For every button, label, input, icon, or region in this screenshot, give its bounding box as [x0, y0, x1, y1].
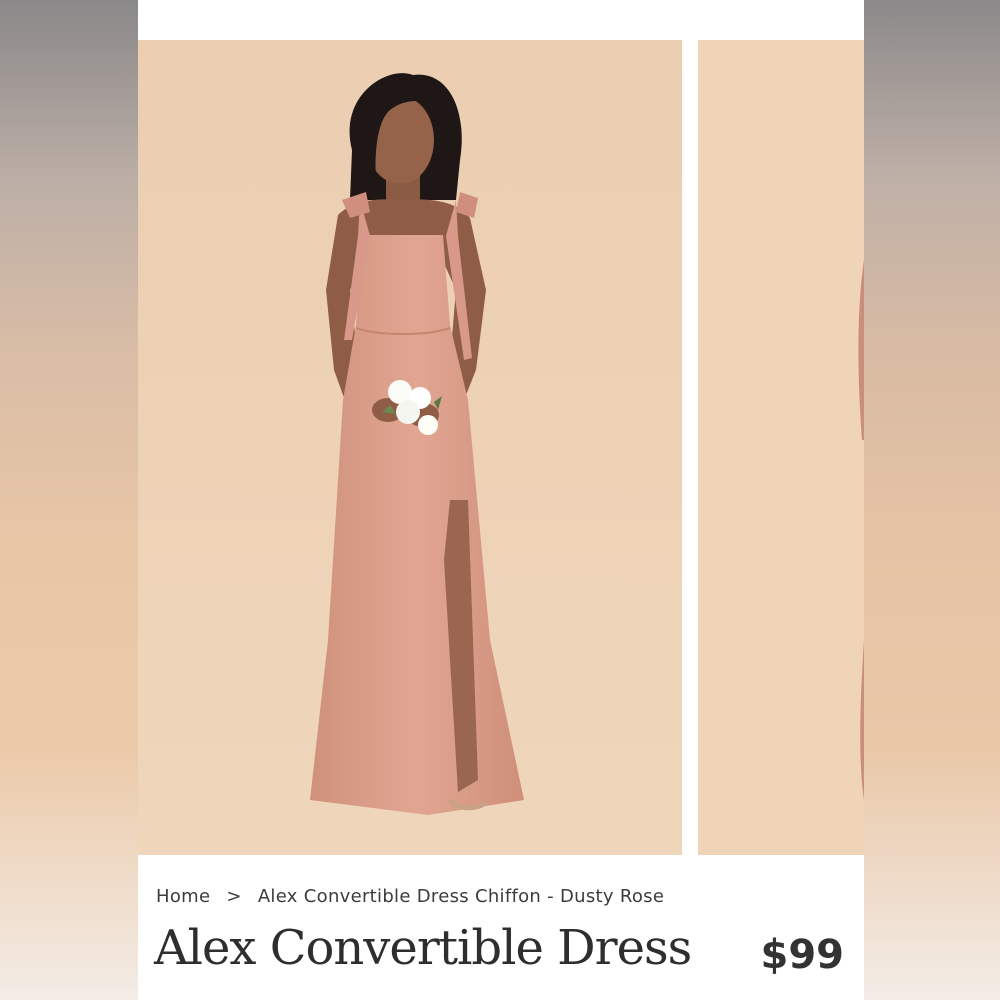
breadcrumb-home-link[interactable]: Home	[156, 886, 210, 907]
breadcrumb-separator: >	[226, 886, 242, 907]
next-image-illustration	[698, 40, 864, 855]
breadcrumb-current: Alex Convertible Dress Chiffon - Dusty R…	[257, 886, 665, 907]
product-page: Home > Alex Convertible Dress Chiffon - …	[138, 0, 864, 1000]
product-price: $99	[760, 932, 845, 978]
product-next-image[interactable]	[698, 40, 864, 855]
blurred-background-left	[0, 0, 138, 1000]
product-title: Alex Convertible Dress	[154, 920, 692, 976]
product-main-image[interactable]	[138, 40, 682, 855]
blurred-background-right	[864, 0, 1000, 1000]
model-illustration	[138, 40, 682, 855]
breadcrumb: Home > Alex Convertible Dress Chiffon - …	[156, 886, 664, 907]
